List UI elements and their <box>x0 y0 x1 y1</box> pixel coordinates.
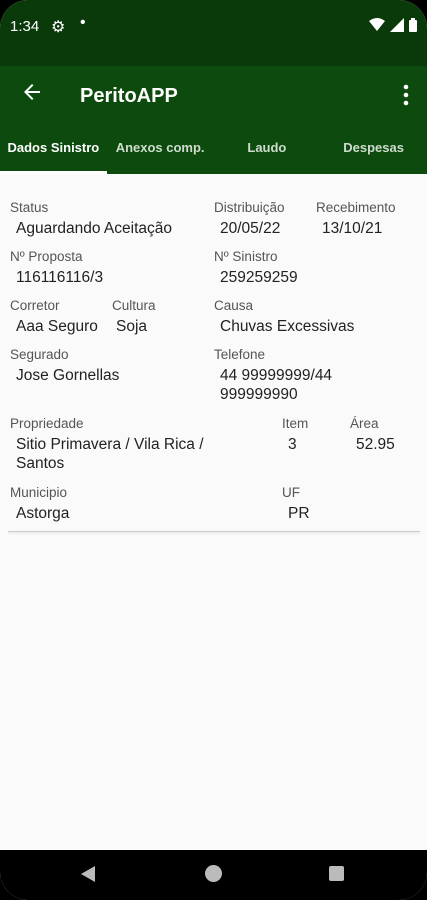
recebimento-field: Recebimento 13/10/21 <box>316 200 396 238</box>
causa-value: Chuvas Excessivas <box>220 318 355 335</box>
proposta-value: 116116116/3 <box>16 269 104 286</box>
area-label: Área <box>350 416 379 431</box>
telefone-field: Telefone 44 99999999/44 999999990 <box>214 347 332 404</box>
telefone-value-line2: 999999990 <box>220 386 298 403</box>
cultura-field: Cultura Soja <box>112 298 156 336</box>
sinistro-value: 259259259 <box>220 269 298 286</box>
item-field: Item 3 <box>282 416 308 454</box>
telefone-value-line1: 44 99999999/44 <box>220 367 333 384</box>
causa-label: Causa <box>214 298 254 313</box>
proposta-field: Nº Proposta 116116116/3 <box>10 249 103 287</box>
area-field: Área 52.95 <box>350 416 395 454</box>
tab-anexos[interactable]: Anexos comp. <box>107 126 214 174</box>
claim-details: Status Aguardando Aceitação Distribuição… <box>0 174 427 850</box>
status-field: Status Aguardando Aceitação <box>10 200 172 238</box>
back-arrow-icon[interactable] <box>20 80 44 104</box>
app-bar: PeritoAPP <box>0 66 427 126</box>
distribuicao-label: Distribuição <box>214 200 285 215</box>
propriedade-value-line2: Santos <box>16 455 65 472</box>
battery-icon <box>409 18 417 32</box>
corretor-field: Corretor Aaa Seguro <box>10 298 98 336</box>
tab-bar: Dados Sinistro Anexos comp. Laudo Despes… <box>0 126 427 174</box>
uf-value: PR <box>288 505 310 522</box>
nav-back-icon[interactable] <box>81 866 95 882</box>
segurado-field: Segurado Jose Gornellas <box>10 347 119 385</box>
tab-despesas[interactable]: Despesas <box>320 126 427 174</box>
proposta-label: Nº Proposta <box>10 249 83 264</box>
distribuicao-value: 20/05/22 <box>220 220 281 237</box>
more-options-icon[interactable] <box>403 83 409 107</box>
cultura-value: Soja <box>116 318 148 335</box>
status-value: Aguardando Aceitação <box>16 220 172 237</box>
tab-laudo[interactable]: Laudo <box>214 126 321 174</box>
notification-dot-icon: • <box>80 14 86 31</box>
municipio-field: Municipio Astorga <box>10 485 69 523</box>
segurado-label: Segurado <box>10 347 69 362</box>
propriedade-value-line1: Sitio Primavera / Vila Rica / <box>16 436 204 453</box>
nav-home-icon[interactable] <box>205 865 222 882</box>
corretor-label: Corretor <box>10 298 60 313</box>
wifi-icon <box>369 18 385 31</box>
propriedade-label: Propriedade <box>10 416 84 431</box>
municipio-value: Astorga <box>16 505 70 522</box>
status-bar: 1:34 ⚙ • <box>0 0 427 66</box>
causa-field: Causa Chuvas Excessivas <box>214 298 354 336</box>
signal-icon <box>390 18 404 32</box>
telefone-label: Telefone <box>214 347 266 362</box>
status-time: 1:34 <box>10 18 40 35</box>
uf-field: UF PR <box>282 485 310 523</box>
nav-recents-icon[interactable] <box>329 866 344 881</box>
sinistro-field: Nº Sinistro 259259259 <box>214 249 298 287</box>
item-label: Item <box>282 416 309 431</box>
phone-screen: 1:34 ⚙ • PeritoAPP Dados Sinistro Anexos… <box>0 0 427 900</box>
status-icons <box>369 18 417 32</box>
recebimento-label: Recebimento <box>316 200 396 215</box>
propriedade-field: Propriedade Sitio Primavera / Vila Rica … <box>10 416 204 473</box>
item-value: 3 <box>288 436 297 453</box>
status-label: Status <box>10 200 49 215</box>
recebimento-value: 13/10/21 <box>322 220 383 237</box>
sinistro-label: Nº Sinistro <box>214 249 278 264</box>
system-nav-bar <box>0 850 427 900</box>
section-divider <box>8 531 420 532</box>
corretor-value: Aaa Seguro <box>16 318 98 335</box>
municipio-label: Municipio <box>10 485 68 500</box>
area-value: 52.95 <box>356 436 395 453</box>
tab-dados-sinistro[interactable]: Dados Sinistro <box>0 126 107 174</box>
uf-label: UF <box>282 485 300 500</box>
cultura-label: Cultura <box>112 298 156 313</box>
gear-icon: ⚙ <box>51 19 66 36</box>
segurado-value: Jose Gornellas <box>16 367 120 384</box>
distribuicao-field: Distribuição 20/05/22 <box>214 200 285 238</box>
app-title: PeritoAPP <box>80 85 178 107</box>
